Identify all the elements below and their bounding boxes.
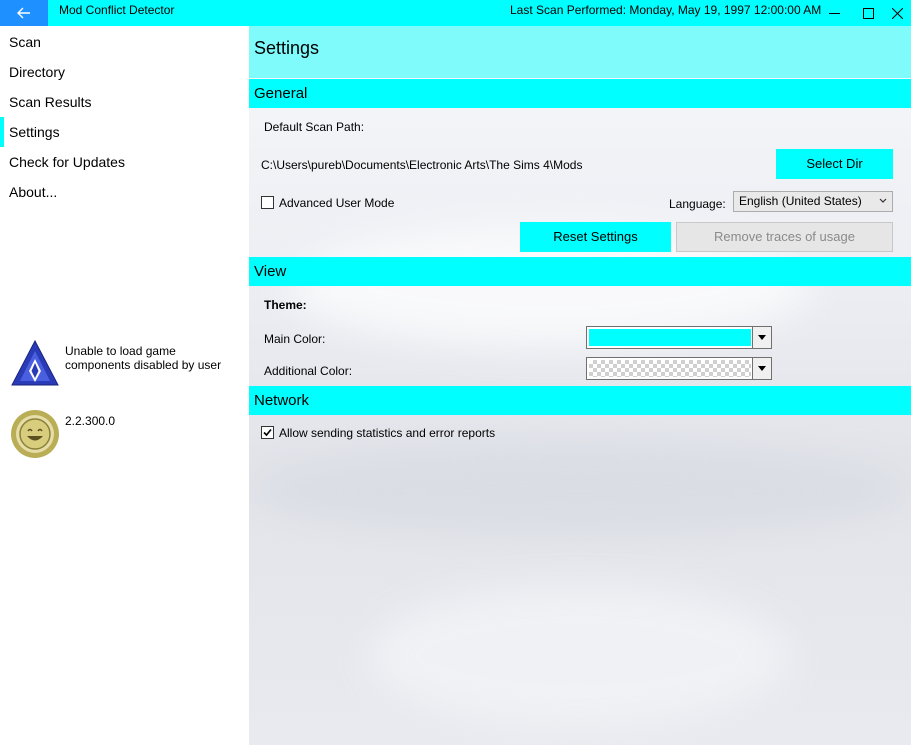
general-section-title: General — [254, 85, 308, 102]
default-scan-path-label: Default Scan Path: — [264, 120, 365, 134]
arrow-left-icon — [17, 7, 30, 19]
maximize-icon — [862, 7, 874, 19]
main-color-label: Main Color: — [264, 332, 326, 346]
select-dir-button[interactable]: Select Dir — [776, 149, 893, 179]
additional-color-dropdown[interactable] — [752, 358, 771, 379]
network-section-header: Network — [249, 386, 911, 415]
chevron-down-icon — [879, 198, 887, 203]
last-scan-status: Last Scan Performed: Monday, May 19, 199… — [510, 3, 822, 17]
additional-color-label: Additional Color: — [264, 364, 353, 378]
close-button[interactable] — [883, 0, 911, 26]
main-color-dropdown[interactable] — [752, 327, 771, 348]
app-title: Mod Conflict Detector — [59, 3, 175, 17]
maximize-button[interactable] — [854, 0, 882, 26]
title-bar: Mod Conflict Detector Last Scan Performe… — [0, 0, 911, 26]
advanced-mode-checkbox[interactable] — [261, 196, 274, 209]
language-select-value: English (United States) — [739, 194, 862, 208]
sidebar-item-scan-results[interactable]: Scan Results — [0, 87, 249, 117]
caret-down-icon — [758, 335, 766, 340]
warning-diamond-icon — [11, 339, 59, 386]
game-status-text: Unable to load game components disabled … — [65, 344, 222, 372]
main-color-swatch — [589, 329, 751, 346]
background-cloud — [249, 446, 911, 536]
back-button[interactable] — [0, 0, 48, 26]
sidebar-item-directory[interactable]: Directory — [0, 57, 249, 87]
scan-path-value: C:\Users\pureb\Documents\Electronic Arts… — [261, 158, 583, 172]
advanced-mode-label: Advanced User Mode — [279, 196, 395, 210]
sidebar-item-about[interactable]: About... — [0, 177, 249, 207]
background-cloud — [369, 586, 789, 726]
additional-color-swatch — [589, 360, 751, 377]
settings-panel: Settings General Default Scan Path: C:\U… — [249, 26, 911, 745]
statistics-checkbox[interactable] — [261, 426, 274, 439]
version-block: 2.2.300.0 — [0, 409, 249, 459]
language-label: Language: — [669, 197, 726, 211]
general-section-header: General — [249, 79, 911, 108]
statistics-label: Allow sending statistics and error repor… — [279, 426, 496, 440]
view-section-title: View — [254, 263, 287, 280]
theme-label: Theme: — [264, 298, 307, 312]
network-section-title: Network — [254, 392, 310, 409]
page-header: Settings — [249, 26, 911, 78]
caret-down-icon — [758, 366, 766, 371]
smiley-icon — [11, 410, 59, 458]
checkmark-icon — [263, 428, 272, 437]
sidebar: Scan Directory Scan Results Settings Che… — [0, 26, 249, 745]
reset-settings-button[interactable]: Reset Settings — [520, 222, 671, 252]
close-icon — [891, 7, 903, 19]
sidebar-item-scan[interactable]: Scan — [0, 27, 249, 57]
view-section-header: View — [249, 257, 911, 286]
main-color-picker[interactable] — [586, 326, 772, 349]
additional-color-picker[interactable] — [586, 357, 772, 380]
language-select[interactable]: English (United States) — [733, 191, 893, 212]
sidebar-item-check-updates[interactable]: Check for Updates — [0, 147, 249, 177]
minimize-button[interactable] — [820, 0, 848, 26]
version-text: 2.2.300.0 — [65, 414, 116, 428]
page-title: Settings — [254, 38, 320, 58]
remove-traces-button[interactable]: Remove traces of usage — [676, 222, 893, 252]
sidebar-item-settings[interactable]: Settings — [0, 117, 249, 147]
game-status: Unable to load game components disabled … — [0, 339, 249, 389]
minimize-icon — [828, 12, 840, 14]
